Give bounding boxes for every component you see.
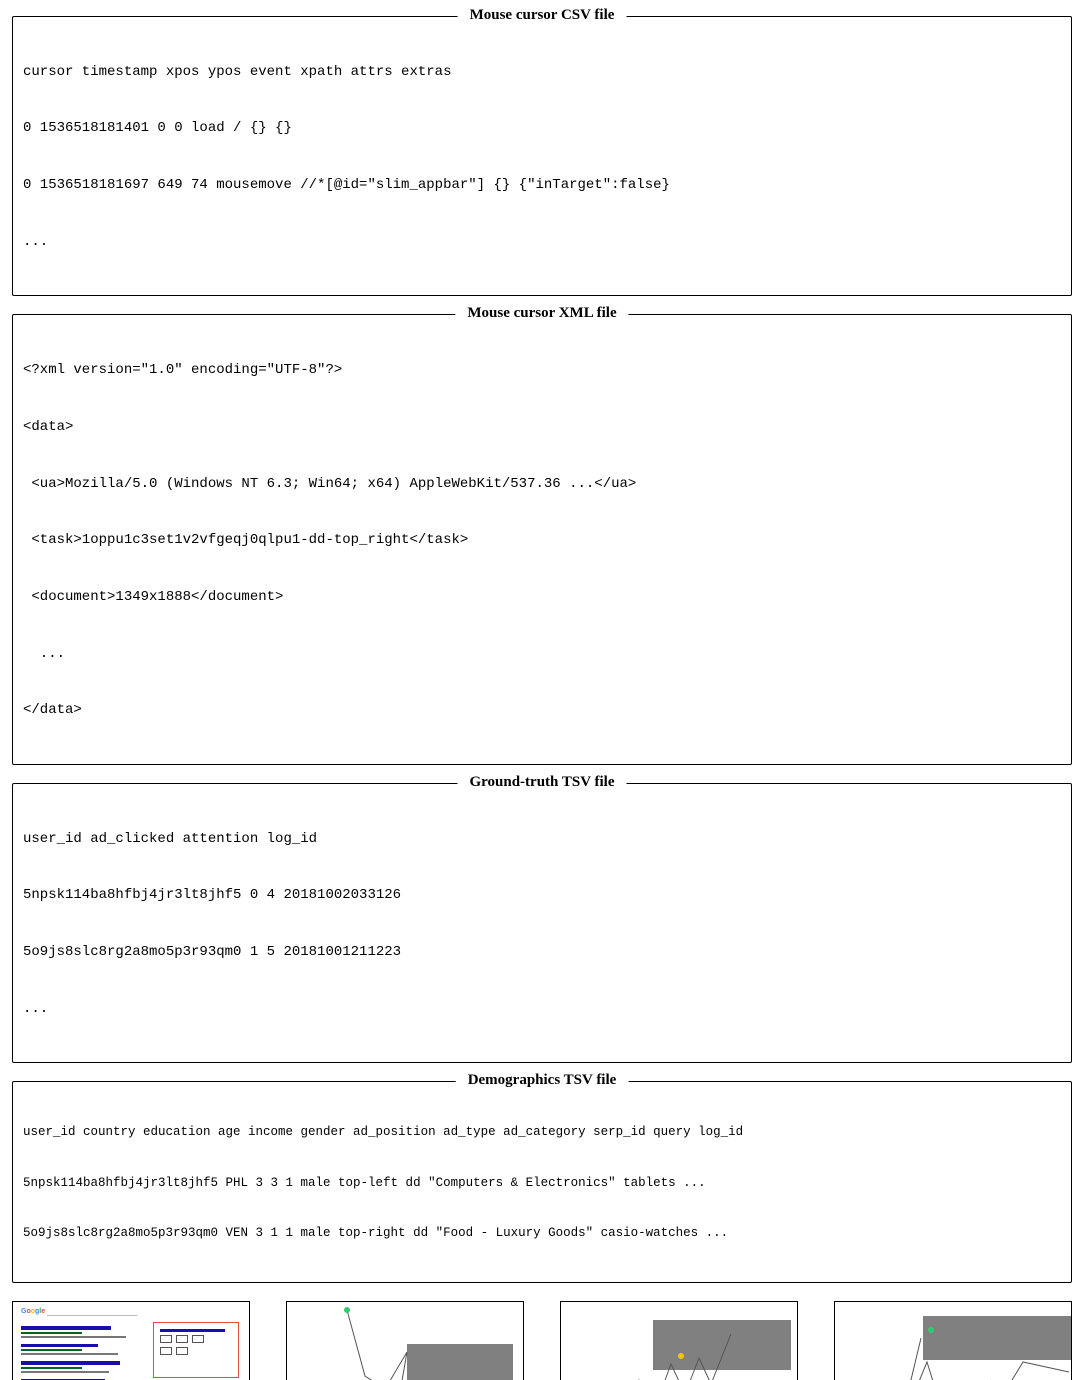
trajectory-thumbnail-1 bbox=[286, 1301, 524, 1380]
gt-row: 5o9js8slc8rg2a8mo5p3r93qm0 1 5 201810012… bbox=[23, 943, 1061, 962]
gt-content: user_id ad_clicked attention log_id 5nps… bbox=[23, 792, 1061, 1056]
serp-results bbox=[21, 1326, 131, 1380]
demo-row: 5npsk114ba8hfbj4jr3lt8jhf5 PHL 3 3 1 mal… bbox=[23, 1175, 1061, 1192]
xml-line: <?xml version="1.0" encoding="UTF-8"?> bbox=[23, 361, 1061, 380]
csv-header-row: cursor timestamp xpos ypos event xpath a… bbox=[23, 63, 1061, 82]
trajectory-path-icon bbox=[561, 1302, 798, 1380]
google-logo-icon: Google bbox=[21, 1308, 45, 1315]
demographics-file-box: Demographics TSV file user_id country ed… bbox=[12, 1081, 1072, 1283]
xml-line: </data> bbox=[23, 701, 1061, 720]
xml-line: <ua>Mozilla/5.0 (Windows NT 6.3; Win64; … bbox=[23, 475, 1061, 494]
demo-content: user_id country education age income gen… bbox=[23, 1090, 1061, 1276]
xml-file-box: Mouse cursor XML file <?xml version="1.0… bbox=[12, 314, 1072, 764]
xml-line: ... bbox=[23, 645, 1061, 664]
csv-row: 0 1536518181697 649 74 mousemove //*[@id… bbox=[23, 176, 1061, 195]
xml-line: <document>1349x1888</document> bbox=[23, 588, 1061, 607]
trajectory-path-icon bbox=[287, 1302, 524, 1380]
ellipsis: ... bbox=[23, 233, 1061, 252]
xml-line: <data> bbox=[23, 418, 1061, 437]
csv-content: cursor timestamp xpos ypos event xpath a… bbox=[23, 25, 1061, 289]
thumbnail-row: Google bbox=[12, 1301, 1072, 1380]
demo-box-title: Demographics TSV file bbox=[456, 1072, 629, 1089]
ellipsis: ... bbox=[23, 1000, 1061, 1019]
search-bar-icon bbox=[47, 1308, 137, 1316]
ad-highlight-box bbox=[153, 1322, 239, 1378]
xml-box-title: Mouse cursor XML file bbox=[455, 305, 628, 322]
csv-file-box: Mouse cursor CSV file cursor timestamp x… bbox=[12, 16, 1072, 296]
trajectory-path-icon bbox=[835, 1302, 1072, 1380]
gt-row: 5npsk114ba8hfbj4jr3lt8jhf5 0 4 201810020… bbox=[23, 886, 1061, 905]
xml-content: <?xml version="1.0" encoding="UTF-8"?> <… bbox=[23, 323, 1061, 757]
gt-box-title: Ground-truth TSV file bbox=[457, 774, 626, 791]
csv-box-title: Mouse cursor CSV file bbox=[458, 7, 627, 24]
trajectory-thumbnail-2 bbox=[560, 1301, 798, 1380]
ground-truth-file-box: Ground-truth TSV file user_id ad_clicked… bbox=[12, 783, 1072, 1063]
gt-header-row: user_id ad_clicked attention log_id bbox=[23, 830, 1061, 849]
demo-row: 5o9js8slc8rg2a8mo5p3r93qm0 VEN 3 1 1 mal… bbox=[23, 1225, 1061, 1242]
serp-thumbnail: Google bbox=[12, 1301, 250, 1380]
csv-row: 0 1536518181401 0 0 load / {} {} bbox=[23, 119, 1061, 138]
demo-header-row: user_id country education age income gen… bbox=[23, 1124, 1061, 1141]
xml-line: <task>1oppu1c3set1v2vfgeqj0qlpu1-dd-top_… bbox=[23, 531, 1061, 550]
trajectory-thumbnail-3 bbox=[834, 1301, 1072, 1380]
